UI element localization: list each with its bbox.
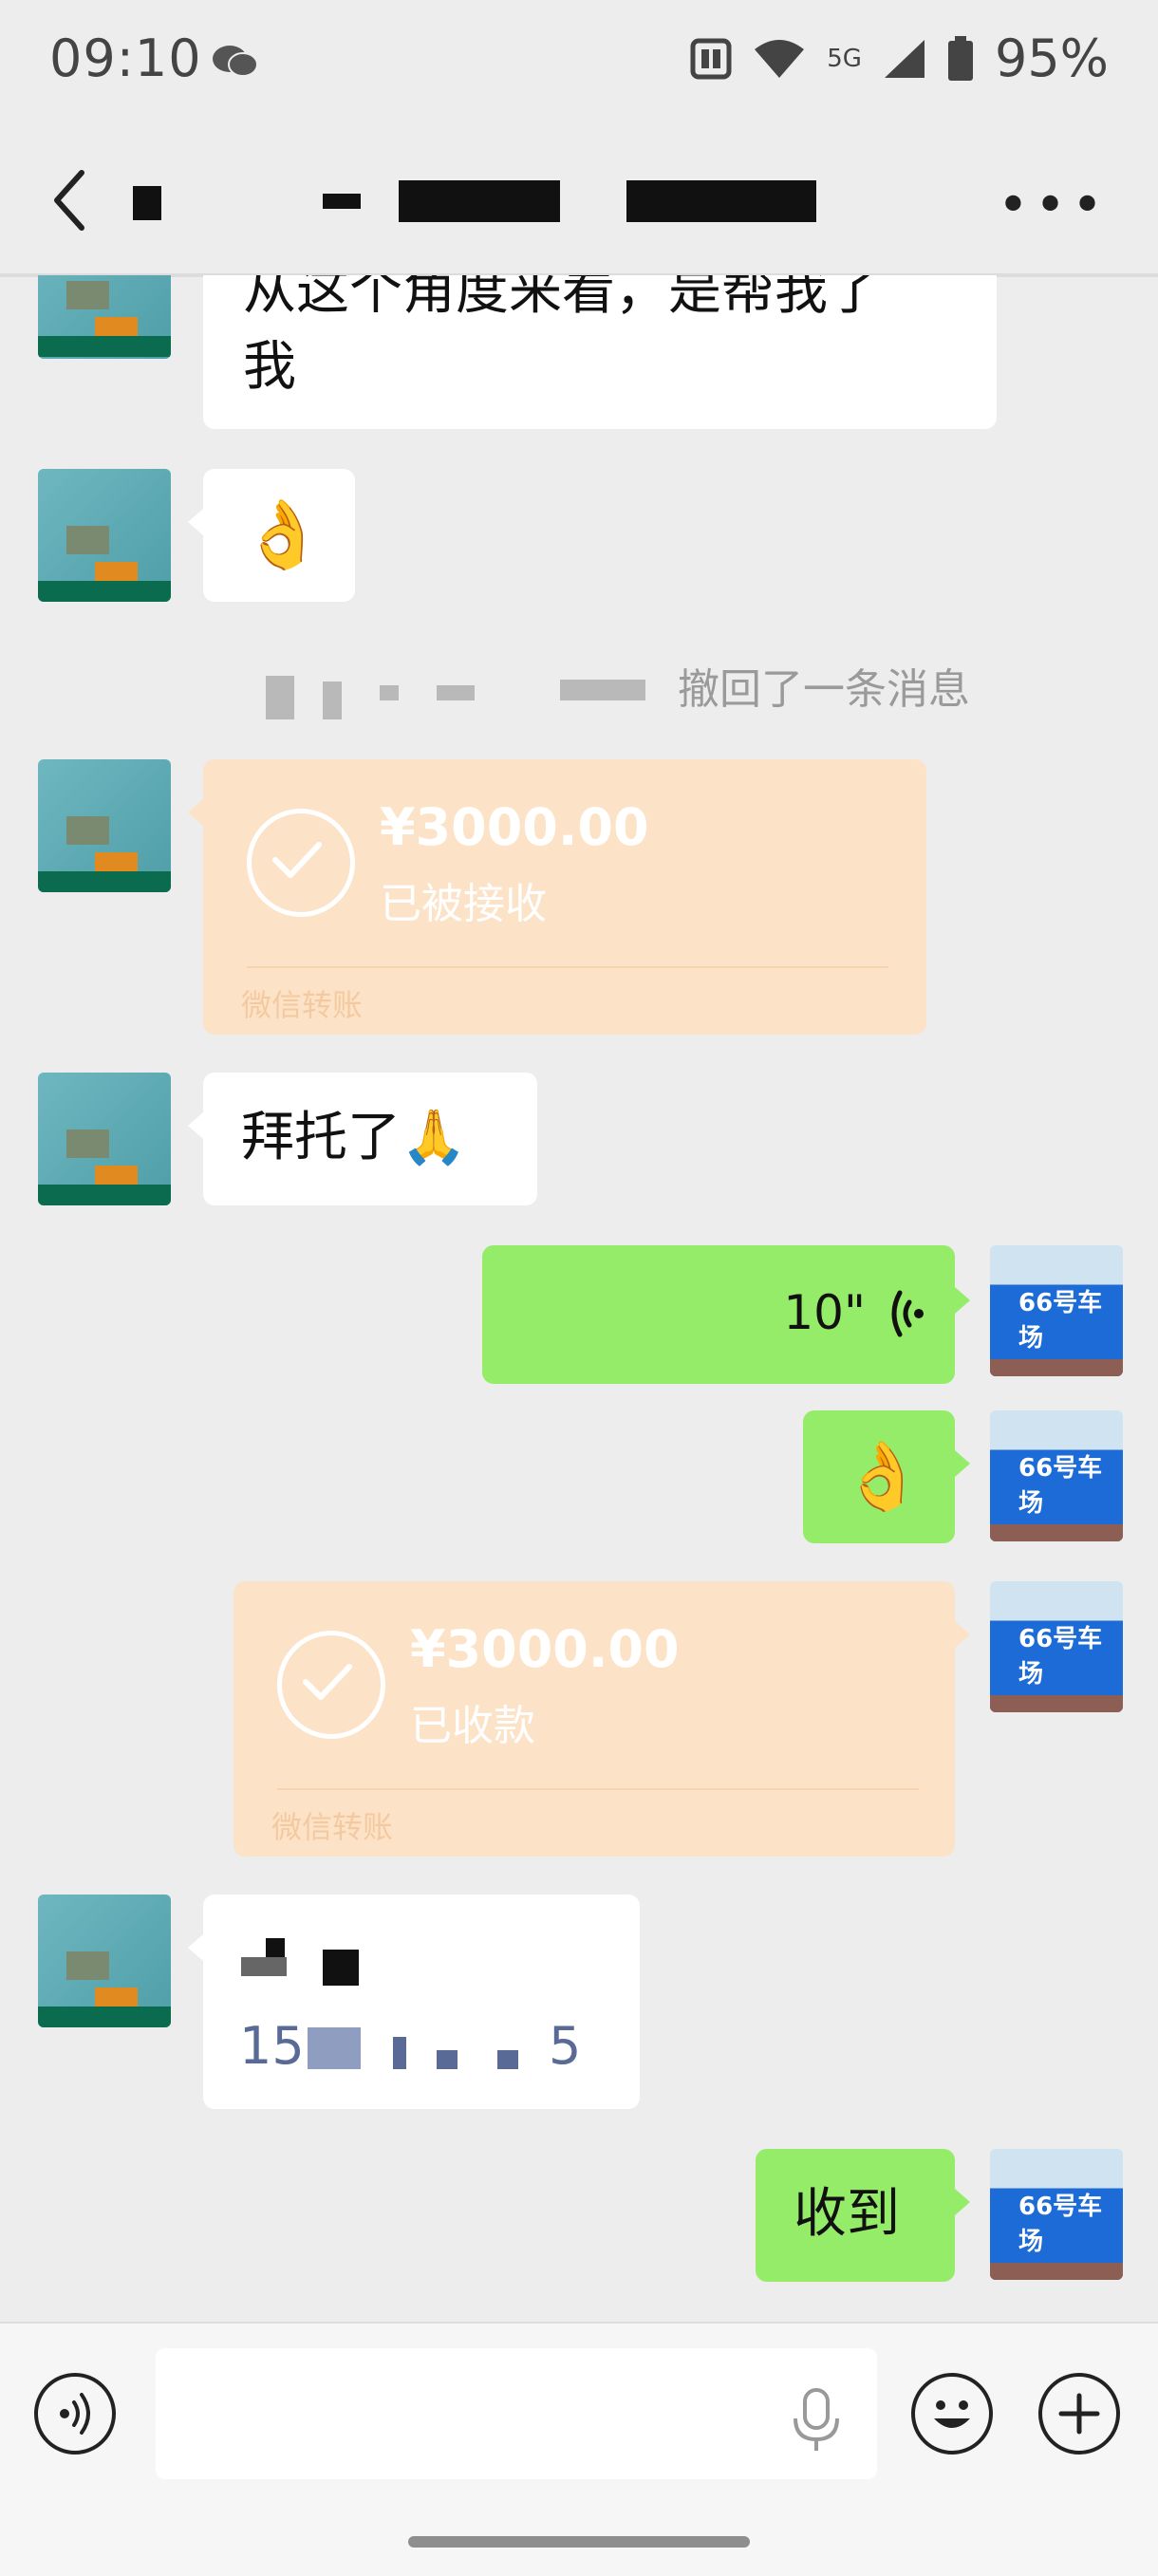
transfer-divider xyxy=(277,1788,919,1790)
redacted-name xyxy=(241,1957,287,1976)
my-avatar[interactable]: 66号车场 xyxy=(990,1581,1123,1712)
transfer-amount: ¥3000.00 xyxy=(380,797,649,857)
emoji: 👌 xyxy=(841,1437,925,1515)
avatar-label: 66号车场 xyxy=(1018,1289,1103,1353)
network-label: 5G xyxy=(827,44,862,73)
chevron-left-icon[interactable] xyxy=(49,167,87,233)
voice-wave-icon xyxy=(891,1290,924,1337)
transfer-status: 已收款 xyxy=(410,1702,535,1750)
voice-duration: 10" xyxy=(783,1285,866,1340)
contact-avatar[interactable] xyxy=(38,1895,171,2027)
status-time: 09:10 xyxy=(49,28,202,88)
recall-name-blur xyxy=(323,681,342,719)
contact-avatar[interactable] xyxy=(38,469,171,602)
emoji: 👌 xyxy=(241,495,325,573)
avatar-label: 66号车场 xyxy=(1018,2193,1103,2256)
my-avatar[interactable]: 66号车场 xyxy=(990,1410,1123,1541)
message-text: 拜托了🙏 xyxy=(241,1107,467,1168)
message-bubble[interactable]: 15 5 xyxy=(188,1895,640,2109)
redacted-phone xyxy=(437,2050,458,2069)
redacted-phone xyxy=(497,2050,518,2069)
recall-name-blur xyxy=(266,676,294,719)
redacted-phone xyxy=(308,2027,361,2069)
my-avatar[interactable]: 66号车场 xyxy=(990,2149,1123,2280)
recall-notice: 撤回了一条消息 xyxy=(678,665,970,714)
chat-title-blur-1 xyxy=(323,194,361,209)
avatar-label: 66号车场 xyxy=(1018,1454,1103,1518)
transfer-status: 已被接收 xyxy=(380,880,547,928)
my-avatar[interactable]: 66号车场 xyxy=(990,1245,1123,1376)
chat-title-avatar-blur xyxy=(133,186,161,220)
check-circle-icon xyxy=(247,809,355,917)
redacted-name xyxy=(266,1938,285,1959)
wechat-icon xyxy=(213,46,258,77)
status-right: 5G 95% xyxy=(690,28,1109,88)
wifi-icon xyxy=(755,39,805,78)
signal-icon xyxy=(884,39,925,78)
message-bubble[interactable]: 👌 xyxy=(803,1410,970,1543)
phone-number-end[interactable]: 5 xyxy=(549,2016,581,2076)
transfer-brand: 微信转账 xyxy=(271,1809,394,1845)
message-input[interactable] xyxy=(156,2348,877,2479)
message-text: 我 xyxy=(243,336,296,398)
more-dots-icon[interactable]: ••• xyxy=(998,175,1109,236)
voice-message-bubble[interactable]: 10" xyxy=(482,1245,970,1384)
avatar-label: 66号车场 xyxy=(1018,1625,1103,1689)
redacted-name xyxy=(323,1950,359,1986)
message-text: 收到 xyxy=(794,2183,900,2245)
recall-name-blur xyxy=(560,680,645,700)
message-bubble[interactable]: 拜托了🙏 xyxy=(188,1073,537,1205)
home-indicator[interactable] xyxy=(408,2536,750,2548)
message-bubble[interactable]: 收到 xyxy=(756,2149,970,2282)
recall-name-blur xyxy=(437,685,475,700)
message-bubble[interactable]: 👌 xyxy=(188,469,355,602)
check-circle-icon xyxy=(277,1631,385,1739)
phone-number-start[interactable]: 15 xyxy=(239,2016,305,2076)
plus-icon[interactable] xyxy=(1038,2373,1120,2455)
battery-percent: 95% xyxy=(994,28,1109,88)
emoji-icon[interactable] xyxy=(911,2373,993,2455)
transfer-divider xyxy=(247,966,888,968)
redacted-phone xyxy=(393,2037,406,2069)
transfer-card[interactable]: ¥3000.00 已收款 微信转账 xyxy=(233,1581,970,1857)
contact-avatar[interactable] xyxy=(38,1073,171,1205)
contact-avatar[interactable] xyxy=(38,759,171,892)
microphone-icon[interactable] xyxy=(790,2386,843,2455)
voice-toggle-icon[interactable] xyxy=(34,2373,116,2455)
transfer-brand: 微信转账 xyxy=(241,987,364,1023)
chat-title-blur-3 xyxy=(626,180,816,222)
transfer-amount: ¥3000.00 xyxy=(410,1619,680,1679)
nfc-icon xyxy=(690,38,732,79)
recall-name-blur xyxy=(380,685,399,700)
chat-title-blur-2 xyxy=(399,180,560,222)
transfer-card[interactable]: ¥3000.00 已被接收 微信转账 xyxy=(188,759,926,1035)
battery-icon xyxy=(947,35,973,81)
header-overlap xyxy=(0,123,1158,275)
